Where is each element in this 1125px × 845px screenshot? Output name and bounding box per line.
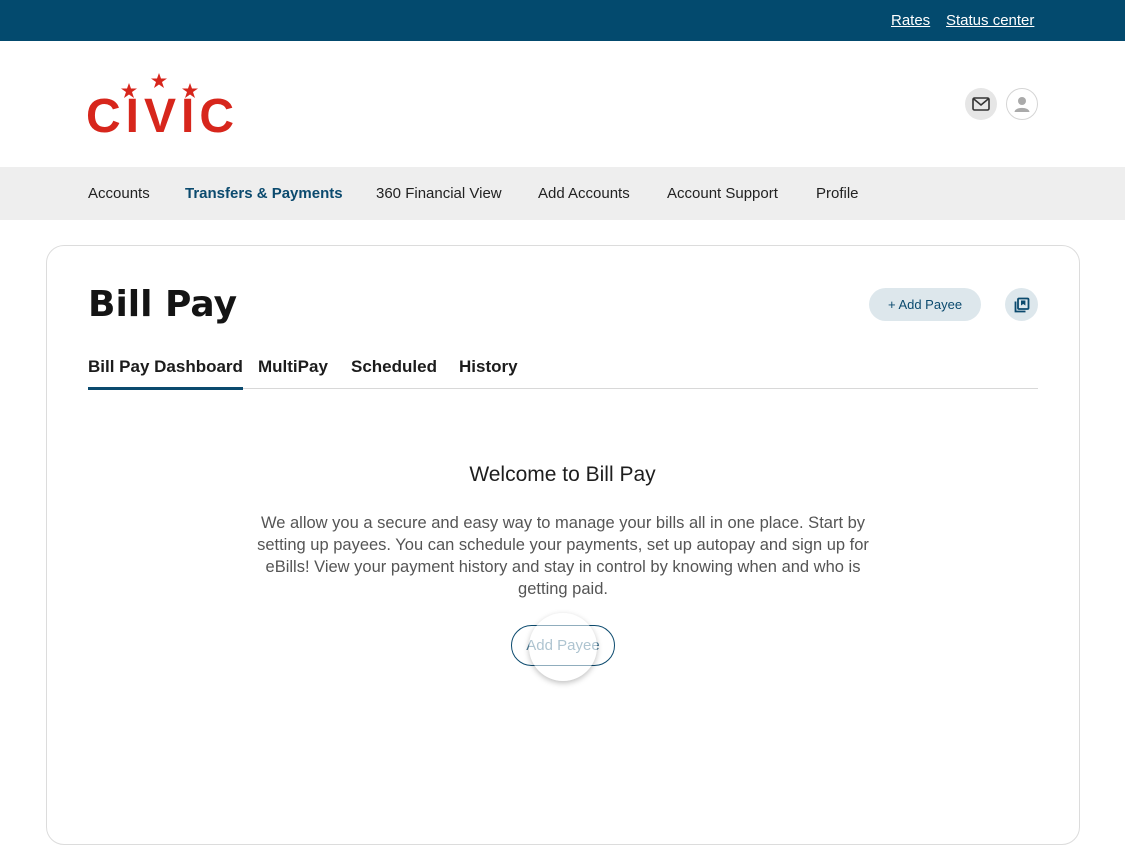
nav-item-transfers-payments[interactable]: Transfers & Payments	[185, 185, 343, 202]
rates-link[interactable]: Rates	[891, 12, 930, 29]
nav-item-account-support[interactable]: Account Support	[667, 185, 778, 202]
site-header: CIVIC	[0, 41, 1125, 167]
page-title: Bill Pay	[88, 284, 238, 325]
copy-icon	[1014, 297, 1029, 312]
copy-button[interactable]	[1005, 288, 1038, 321]
mail-icon	[972, 97, 990, 111]
nav-item-accounts[interactable]: Accounts	[88, 185, 150, 202]
civic-logo[interactable]: CIVIC	[86, 71, 246, 143]
status-center-link[interactable]: Status center	[946, 12, 1034, 29]
utility-bar: Rates Status center	[0, 0, 1125, 41]
welcome-heading: Welcome to Bill Pay	[469, 463, 656, 486]
tab-multipay[interactable]: MultiPay	[258, 357, 328, 387]
welcome-description: We allow you a secure and easy way to ma…	[257, 514, 869, 598]
nav-item-profile[interactable]: Profile	[816, 185, 859, 202]
nav-item-add-accounts[interactable]: Add Accounts	[538, 185, 630, 202]
profile-button[interactable]	[1006, 88, 1038, 120]
user-icon	[1014, 97, 1030, 112]
tab-history[interactable]: History	[459, 357, 518, 387]
logo-wordmark: CIVIC	[86, 90, 240, 143]
messages-button[interactable]	[965, 88, 997, 120]
add-payee-header-button[interactable]: + Add Payee	[869, 288, 981, 321]
add-payee-button[interactable]: Add Payee	[511, 625, 615, 666]
nav-item-360-financial-view[interactable]: 360 Financial View	[376, 185, 502, 202]
bill-pay-tabs: Bill Pay Dashboard MultiPay Scheduled Hi…	[88, 355, 1038, 390]
tab-bill-pay-dashboard[interactable]: Bill Pay Dashboard	[88, 357, 243, 390]
main-nav: Accounts Transfers & Payments 360 Financ…	[0, 167, 1125, 220]
tab-scheduled[interactable]: Scheduled	[351, 357, 437, 387]
